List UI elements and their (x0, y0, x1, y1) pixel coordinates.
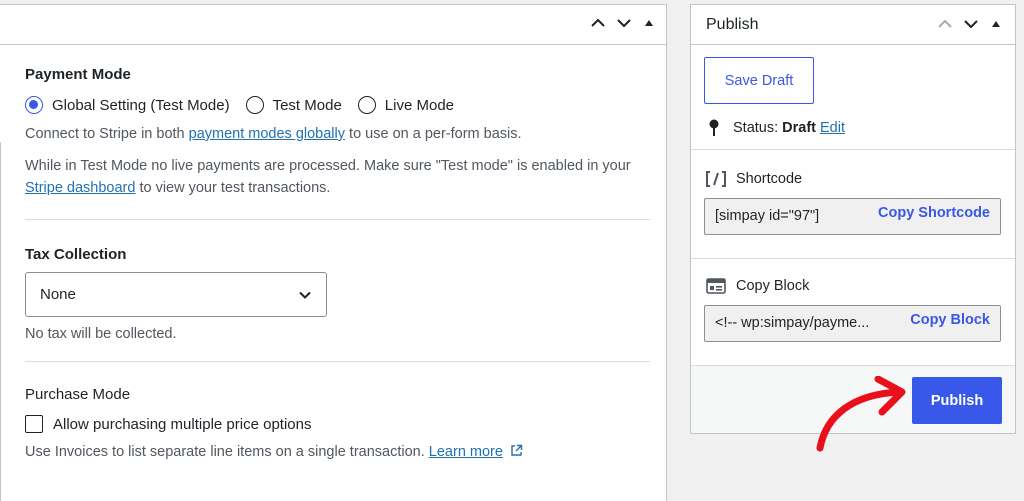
radio-live-mode[interactable]: Live Mode (357, 96, 455, 114)
shortcode-label-row: Shortcode (706, 171, 802, 187)
block-label-row: Copy Block (706, 278, 809, 294)
status-value: Draft (782, 120, 816, 136)
radio-global-label: Global Setting (Test Mode) (52, 96, 230, 114)
radio-live-label: Live Mode (384, 96, 455, 114)
block-code-value: <!-- wp:simpay/payme... (715, 315, 870, 331)
publish-panel: Publish Save Draft Status: Draft Edit Sh… (690, 4, 1016, 434)
publish-header: Publish (691, 5, 1015, 45)
divider (691, 258, 1015, 259)
radio-test-label: Test Mode (272, 96, 342, 114)
connect-description: Connect to Stripe in both payment modes … (25, 126, 522, 142)
radio-empty-icon[interactable] (245, 96, 264, 114)
collapse-toggle-icon[interactable] (989, 17, 1003, 31)
pin-icon (709, 119, 719, 136)
tax-help-text: No tax will be collected. (25, 326, 177, 342)
divider (25, 361, 650, 362)
publish-title: Publish (706, 16, 759, 33)
stripe-dashboard-link[interactable]: Stripe dashboard (25, 180, 135, 196)
radio-empty-icon[interactable] (357, 96, 376, 114)
save-draft-button[interactable]: Save Draft (704, 57, 814, 104)
divider (25, 219, 650, 220)
payment-mode-radios: Global Setting (Test Mode) Test Mode Liv… (25, 96, 650, 114)
multiple-price-label: Allow purchasing multiple price options (53, 415, 312, 433)
block-label: Copy Block (736, 278, 810, 294)
publish-button[interactable]: Publish (912, 377, 1002, 424)
block-icon (706, 278, 726, 294)
copy-shortcode-button[interactable]: Copy Shortcode (878, 205, 990, 221)
status-label: Status: (733, 120, 779, 136)
shortcode-field[interactable]: [simpay id="97"] Copy Shortcode (704, 198, 1001, 235)
move-up-icon[interactable] (590, 15, 606, 31)
multiple-price-checkbox-row[interactable]: Allow purchasing multiple price options (25, 415, 650, 433)
shortcode-icon (706, 171, 726, 187)
purchase-mode-title: Purchase Mode (25, 386, 131, 403)
multiple-price-checkbox[interactable] (25, 415, 43, 433)
annotation-arrow-icon (816, 376, 906, 452)
tax-collection-title: Tax Collection (25, 246, 127, 263)
tab-nav-edge (0, 142, 6, 501)
payment-modes-link[interactable]: payment modes globally (189, 126, 345, 142)
copy-block-button[interactable]: Copy Block (910, 312, 990, 328)
divider (691, 149, 1015, 150)
status-edit-link[interactable]: Edit (820, 120, 845, 136)
panel-header (0, 5, 666, 45)
shortcode-label: Shortcode (736, 171, 803, 187)
radio-global-setting[interactable]: Global Setting (Test Mode) (25, 96, 230, 114)
learn-more-link[interactable]: Learn more (429, 444, 503, 460)
move-down-icon[interactable] (616, 15, 632, 31)
move-down-icon[interactable] (963, 16, 979, 32)
tax-selected-value: None (40, 286, 76, 303)
test-mode-note: While in Test Mode no live payments are … (25, 158, 631, 196)
move-up-icon[interactable] (937, 16, 953, 32)
post-status: Status: Draft Edit (707, 119, 845, 137)
settings-content: Payment Mode Global Setting (Test Mode) … (25, 66, 650, 463)
radio-selected-icon[interactable] (25, 96, 43, 114)
block-code-field[interactable]: <!-- wp:simpay/payme... Copy Block (704, 305, 1001, 342)
external-link-icon (511, 444, 523, 456)
purchase-mode-help: Use Invoices to list separate line items… (25, 441, 650, 463)
payment-mode-title: Payment Mode (25, 66, 131, 83)
collapse-toggle-icon[interactable] (642, 16, 656, 30)
radio-test-mode[interactable]: Test Mode (245, 96, 342, 114)
tax-collection-select[interactable]: None (25, 272, 327, 317)
shortcode-value: [simpay id="97"] (715, 208, 820, 224)
chevron-down-icon (299, 291, 311, 299)
